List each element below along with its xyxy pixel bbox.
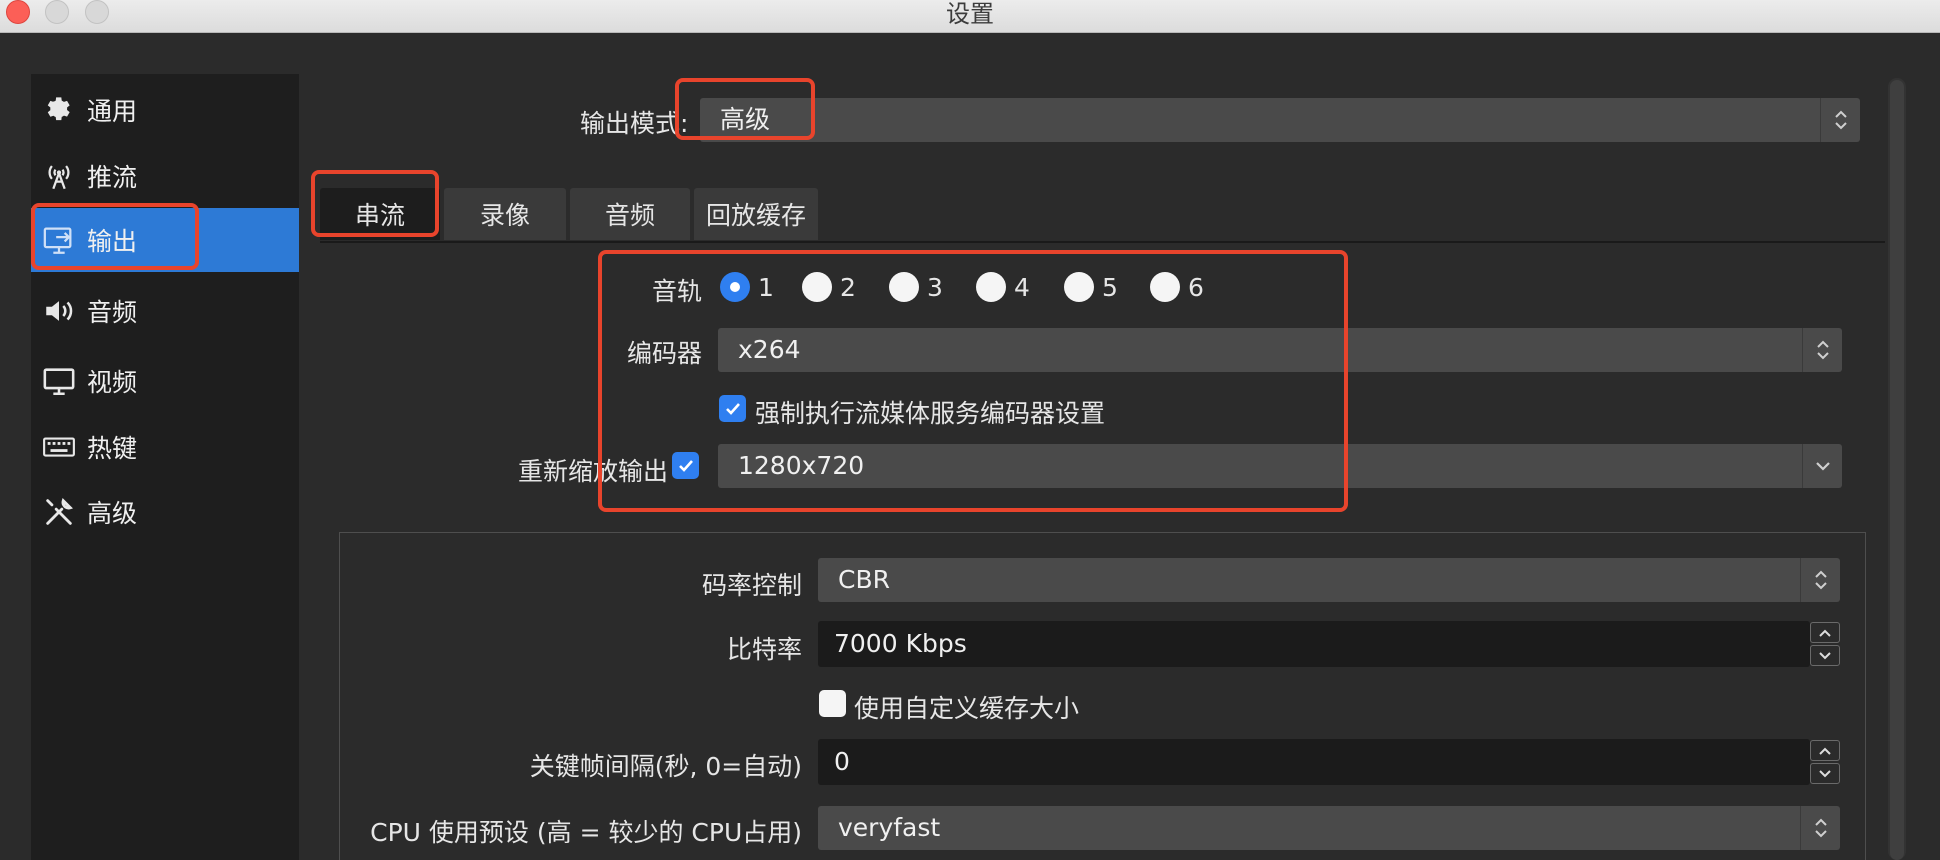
highlight-box-stream-tab [311,170,439,237]
rate-control-label: 码率控制 [701,571,802,600]
bitrate-value: 7000 Kbps [834,629,967,658]
sidebar-item-audio[interactable]: 音频 [31,279,299,343]
updown-arrow-icon [1800,558,1840,602]
custom-buffer-checkbox[interactable] [819,690,846,717]
updown-arrow-icon [1802,328,1842,372]
scrollbar-thumb[interactable] [1890,80,1904,860]
rate-control-value: CBR [838,565,890,594]
tab-audio[interactable]: 音频 [570,188,690,240]
bitrate-stepper[interactable]: 7000 Kbps [818,621,1840,667]
sidebar-item-label: 推流 [87,163,138,192]
increment-button[interactable] [1810,740,1840,761]
cpu-preset-value: veryfast [838,813,941,842]
sidebar-item-label: 音频 [87,298,138,327]
sidebar-item-label: 视频 [87,368,138,397]
keyframe-interval-label: 关键帧间隔(秒, 0=自动) [529,752,802,781]
tools-icon [41,494,77,530]
updown-arrow-icon [1800,806,1840,850]
keyboard-icon [41,429,77,465]
decrement-button[interactable] [1810,645,1840,666]
chevron-down-icon [1802,444,1842,488]
custom-buffer-label: 使用自定义缓存大小 [854,694,1080,723]
output-mode-label: 输出模式: [580,109,689,138]
keyframe-interval-value: 0 [834,747,850,776]
sidebar-item-label: 热键 [87,434,138,463]
updown-arrow-icon [1820,98,1860,142]
window-title: 设置 [946,0,994,28]
speaker-icon [41,293,77,329]
tab-divider [320,241,1885,243]
cpu-preset-label: CPU 使用预设 (高 = 较少的 CPU占用) [370,818,802,847]
sidebar-item-label: 通用 [87,97,138,126]
keyframe-interval-stepper[interactable]: 0 [818,739,1840,785]
title-bar: 设置 [0,0,1940,33]
rate-control-select[interactable]: CBR [818,558,1840,602]
gear-icon [41,92,77,128]
highlight-box-output-mode [675,78,815,140]
decrement-button[interactable] [1810,763,1840,784]
sidebar-item-video[interactable]: 视频 [31,349,299,413]
highlight-box-output-sidebar [31,203,199,270]
antenna-icon [41,158,77,194]
monitor-icon [41,363,77,399]
tab-replay-buffer[interactable]: 回放缓存 [694,188,818,240]
sidebar-item-general[interactable]: 通用 [31,78,299,142]
output-mode-select[interactable]: 高级 [700,98,1860,142]
sidebar-item-stream[interactable]: 推流 [31,144,299,208]
increment-button[interactable] [1810,622,1840,643]
sidebar-item-advanced[interactable]: 高级 [31,480,299,544]
highlight-box-stream-settings [598,250,1348,512]
sidebar-item-hotkeys[interactable]: 热键 [31,415,299,479]
cpu-preset-select[interactable]: veryfast [818,806,1840,850]
settings-sidebar: 通用 推流 输出 音频 视频 热键 高级 [31,74,299,860]
bitrate-label: 比特率 [726,635,802,664]
tab-recording[interactable]: 录像 [444,188,566,240]
sidebar-item-label: 高级 [87,499,138,528]
scrollbar[interactable] [1888,78,1906,860]
